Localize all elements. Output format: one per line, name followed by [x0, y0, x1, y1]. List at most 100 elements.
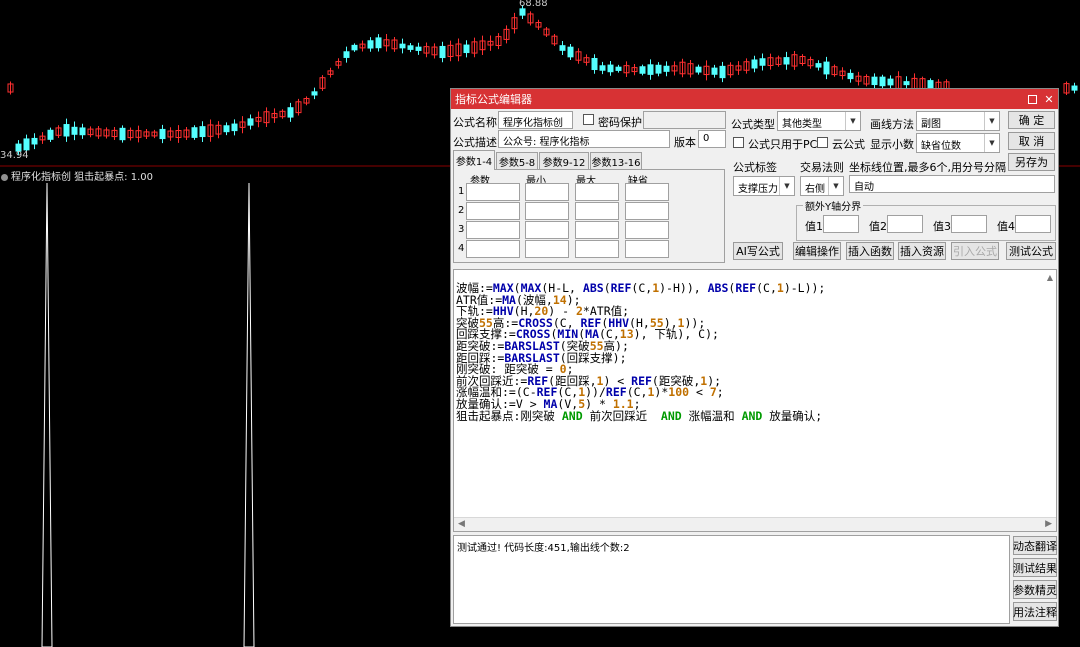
tab-params-1-4[interactable]: 参数1-4 [453, 150, 495, 170]
param-row-number: 3 [458, 224, 465, 235]
test-formula-button[interactable]: 测试公式 [1006, 242, 1056, 260]
param-min-input[interactable] [525, 183, 569, 201]
param-row-number: 2 [458, 205, 465, 216]
close-button[interactable]: ✕ [1041, 91, 1057, 107]
candle-down [191, 127, 198, 138]
formula-tag-value: 支撑压力 [738, 184, 778, 195]
tab-params-9-12[interactable]: 参数9-12 [539, 152, 589, 170]
tab-params-5-8[interactable]: 参数5-8 [496, 152, 538, 170]
password-input[interactable] [643, 111, 726, 129]
param-name-input[interactable] [466, 221, 520, 239]
decimals-label: 显示小数 [870, 138, 914, 151]
decimals-select[interactable]: 缺省位数 ▼ [916, 133, 1000, 153]
ai-write-formula-button[interactable]: AI写公式 [733, 242, 783, 260]
candle-down [711, 67, 718, 75]
param-min-input[interactable] [525, 221, 569, 239]
code-text[interactable]: 波幅:=MAX(MAX(H-L, ABS(REF(C,1)-H)), ABS(R… [456, 282, 825, 423]
extra-y-axis-group: 额外Y轴分界 值1 值2 值3 值4 [796, 198, 1056, 241]
formula-type-select[interactable]: 其他类型 ▼ [777, 111, 861, 131]
pc-only-label: 公式只用于PC [748, 138, 818, 151]
param-default-input[interactable] [625, 183, 669, 201]
extra-y-axis-title: 额外Y轴分界 [803, 198, 864, 213]
param-name-input[interactable] [466, 202, 520, 220]
insert-function-button[interactable]: 插入函数 [846, 242, 894, 260]
param-max-input[interactable] [575, 240, 619, 258]
param-default-input[interactable] [625, 202, 669, 220]
value3-input[interactable] [951, 215, 987, 233]
param-max-input[interactable] [575, 202, 619, 220]
draw-method-select[interactable]: 副图 ▼ [916, 111, 1000, 131]
param-min-input[interactable] [525, 240, 569, 258]
candle-down [647, 64, 654, 75]
value1-input[interactable] [823, 215, 859, 233]
param-row-number: 1 [458, 186, 465, 197]
indicator-dot-icon [1, 173, 8, 181]
candle-down [815, 63, 822, 68]
chevron-down-icon: ▼ [984, 112, 999, 130]
dynamic-translate-button[interactable]: 动态翻译 [1013, 536, 1057, 555]
formula-editor-window: 指标公式编辑器 ✕ 公式名称 程序化指标创 密码保护 公式描述 公众号: 程序化… [450, 88, 1059, 627]
coord-pos-input[interactable]: 自动 [849, 175, 1055, 193]
save-as-button[interactable]: 另存为 [1008, 153, 1055, 171]
formula-name-input[interactable]: 程序化指标创 [498, 111, 573, 129]
cloud-checkbox[interactable] [817, 137, 828, 148]
maximize-button[interactable] [1024, 91, 1040, 107]
candle-down [607, 64, 614, 73]
horizontal-scrollbar[interactable]: ◀ ▶ [454, 517, 1056, 531]
password-checkbox[interactable] [583, 114, 594, 125]
value4-label: 值4 [997, 220, 1015, 233]
candle-down [399, 43, 406, 49]
test-result-button[interactable]: 测试结果 [1013, 558, 1057, 577]
candle-down [519, 8, 526, 16]
decimals-value: 缺省位数 [921, 141, 961, 152]
scroll-up-icon[interactable]: ▲ [1047, 273, 1053, 282]
formula-type-value: 其他类型 [782, 119, 822, 130]
insert-resource-button[interactable]: 插入资源 [898, 242, 946, 260]
candle-down [367, 40, 374, 49]
scroll-right-icon[interactable]: ▶ [1045, 519, 1052, 529]
chevron-down-icon: ▼ [984, 134, 999, 152]
price-high-label: 68.88 [519, 0, 548, 9]
usage-note-button[interactable]: 用法注释 [1013, 602, 1057, 621]
param-name-input[interactable] [466, 240, 520, 258]
candle-down [559, 45, 566, 51]
signal-spike [243, 182, 255, 647]
value4-input[interactable] [1015, 215, 1051, 233]
candle-down [591, 57, 598, 71]
candle-down [639, 66, 646, 74]
version-input[interactable]: 0 [698, 130, 726, 148]
param-min-input[interactable] [525, 202, 569, 220]
scroll-left-icon[interactable]: ◀ [458, 519, 465, 529]
value2-input[interactable] [887, 215, 923, 233]
chevron-down-icon: ▼ [845, 112, 860, 130]
param-name-input[interactable] [466, 183, 520, 201]
pc-only-checkbox[interactable] [733, 137, 744, 148]
code-line[interactable]: 狙击起暴点:刚突破 AND 前次回踩近 AND 涨幅温和 AND 放量确认; [456, 410, 825, 423]
cancel-button[interactable]: 取 消 [1008, 132, 1055, 150]
cloud-label: 云公式 [832, 138, 865, 151]
param-max-input[interactable] [575, 183, 619, 201]
trade-rule-select[interactable]: 右侧 ▼ [800, 176, 844, 196]
param-default-input[interactable] [625, 221, 669, 239]
code-editor[interactable]: 波幅:=MAX(MAX(H-L, ABS(REF(C,1)-H)), ABS(R… [453, 269, 1057, 532]
formula-desc-input[interactable]: 公众号: 程序化指标 [498, 130, 670, 148]
value1-label: 值1 [805, 220, 823, 233]
candle-down [159, 128, 166, 140]
formula-tag-select[interactable]: 支撑压力 ▼ [733, 176, 795, 196]
edit-operation-button[interactable]: 编辑操作 [793, 242, 841, 260]
param-max-input[interactable] [575, 221, 619, 239]
tab-params-13-16[interactable]: 参数13-16 [590, 152, 642, 170]
candle-down [79, 127, 86, 136]
candle-down [247, 118, 254, 126]
candle-down [599, 65, 606, 71]
candle-down [63, 124, 70, 137]
candle-down [343, 51, 350, 58]
candle-down [655, 64, 662, 74]
ok-button[interactable]: 确 定 [1008, 111, 1055, 129]
param-wizard-button[interactable]: 参数精灵 [1013, 580, 1057, 599]
candle-down [879, 76, 886, 87]
window-title: 指标公式编辑器 [455, 93, 532, 106]
import-formula-button[interactable]: 引入公式 [951, 242, 999, 260]
param-default-input[interactable] [625, 240, 669, 258]
indicator-title: 程序化指标创 狙击起暴点: 1.00 [0, 168, 153, 183]
